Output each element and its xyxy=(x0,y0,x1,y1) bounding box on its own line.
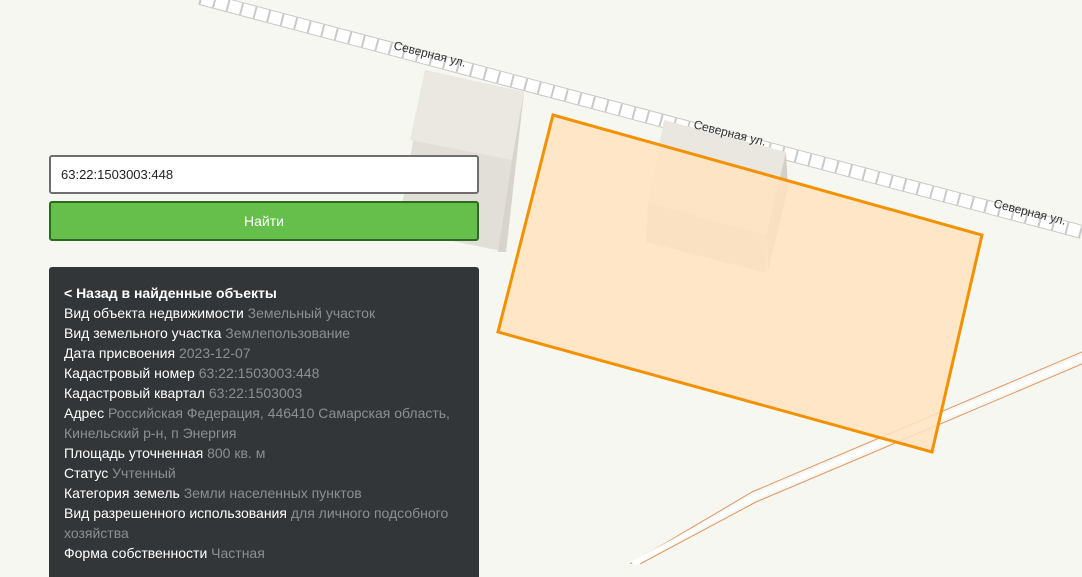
info-key: Вид объекта недвижимости xyxy=(64,305,244,321)
info-key: Площадь уточненная xyxy=(64,445,204,461)
info-key: Кадастровый номер xyxy=(64,365,195,381)
info-row-ownership: Форма собственности Частная xyxy=(64,543,464,563)
info-value: 63:22:1503003:448 xyxy=(198,365,320,381)
info-row-land-type: Вид земельного участка Землепользование xyxy=(64,323,464,343)
info-key: Вид разрешенного использования xyxy=(64,505,287,521)
info-row-cadastral-number: Кадастровый номер 63:22:1503003:448 xyxy=(64,363,464,383)
info-key: Кадастровый квартал xyxy=(64,385,205,401)
info-row-status: Статус Учтенный xyxy=(64,463,464,483)
info-value: Учтенный xyxy=(112,465,176,481)
info-value: Земельный участок xyxy=(247,305,376,321)
cadastral-search-input[interactable] xyxy=(49,155,479,194)
info-value: Частная xyxy=(211,545,265,561)
info-row-object-type: Вид объекта недвижимости Земельный участ… xyxy=(64,303,464,323)
info-value: Земли населенных пунктов xyxy=(183,485,362,501)
back-to-results-link[interactable]: < Назад в найденные объекты xyxy=(64,283,464,303)
find-button[interactable]: Найти xyxy=(49,201,479,241)
info-key: Вид земельного участка xyxy=(64,325,222,341)
info-value: 800 кв. м xyxy=(207,445,266,461)
object-info-panel: < Назад в найденные объекты Вид объекта … xyxy=(49,267,479,577)
info-key: Дата присвоения xyxy=(64,345,176,361)
info-value: Российская Федерация, 446410 Самарская о… xyxy=(64,405,450,441)
info-key: Адрес xyxy=(64,405,105,421)
info-row-permitted-use: Вид разрешенного использования для лично… xyxy=(64,503,464,543)
info-value: 63:22:1503003 xyxy=(208,385,303,401)
info-key: Категория земель xyxy=(64,485,180,501)
info-row-area: Площадь уточненная 800 кв. м xyxy=(64,443,464,463)
info-row-address: Адрес Российская Федерация, 446410 Самар… xyxy=(64,403,464,443)
info-value: Землепользование xyxy=(225,325,351,341)
info-row-date: Дата присвоения 2023-12-07 xyxy=(64,343,464,363)
info-key: Статус xyxy=(64,465,109,481)
info-value: 2023-12-07 xyxy=(178,345,251,361)
info-row-cadastral-quarter: Кадастровый квартал 63:22:1503003 xyxy=(64,383,464,403)
info-row-land-category: Категория земель Земли населенных пункто… xyxy=(64,483,464,503)
info-key: Форма собственности xyxy=(64,545,208,561)
